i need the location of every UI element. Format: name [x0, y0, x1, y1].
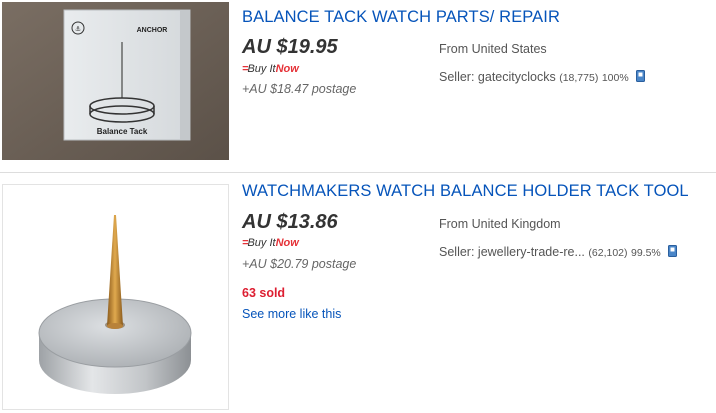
seller-feedback-percent: 100%: [601, 72, 629, 84]
item-title-link[interactable]: BALANCE TACK WATCH PARTS/ REPAIR: [242, 8, 560, 27]
balance-tack-box-image: ⚓ ANCHOR Balance Tack: [2, 2, 229, 160]
item-location: From United States: [439, 42, 547, 56]
item-postage: +AU $18.47 postage: [242, 82, 357, 96]
store-icon[interactable]: [636, 70, 646, 85]
seller-info: Seller: jewellery-trade-re... (62,102) 9…: [439, 245, 678, 260]
buy-it-now-now: Now: [275, 237, 299, 249]
seller-name: jewellery-trade-re...: [477, 245, 585, 259]
buy-it-now-text: Buy It: [247, 237, 276, 249]
listing-item: ⚓ ANCHOR Balance Tack BALANCE TACK WATCH…: [0, 0, 716, 170]
svg-text:⚓: ⚓: [75, 25, 81, 33]
item-thumbnail[interactable]: [2, 184, 229, 410]
see-more-link[interactable]: See more like this: [242, 307, 341, 321]
item-location: From United Kingdom: [439, 217, 561, 231]
item-thumbnail[interactable]: ⚓ ANCHOR Balance Tack: [2, 2, 229, 160]
seller-name: gatecityclocks: [477, 70, 556, 84]
box-brand-text: ANCHOR: [137, 27, 168, 34]
box-label-text: Balance Tack: [97, 127, 148, 136]
buy-it-now-text: Buy It: [247, 63, 276, 75]
seller-feedback-count: (18,775): [559, 72, 599, 84]
buy-it-now-badge: =Buy ItNow: [242, 63, 299, 75]
item-postage: +AU $20.79 postage: [242, 257, 357, 271]
listing-divider: [0, 172, 716, 173]
seller-prefix: Seller:: [439, 70, 475, 84]
item-price: AU $13.86: [242, 211, 338, 233]
seller-feedback-percent: 99.5%: [630, 247, 661, 259]
seller-feedback-count: (62,102): [588, 247, 628, 259]
seller-info: Seller: gatecityclocks (18,775) 100%: [439, 70, 646, 85]
item-price: AU $19.95: [242, 36, 338, 58]
buy-it-now-badge: =Buy ItNow: [242, 237, 299, 249]
item-title-link[interactable]: WATCHMAKERS WATCH BALANCE HOLDER TACK TO…: [242, 182, 689, 201]
listing-item: WATCHMAKERS WATCH BALANCE HOLDER TACK TO…: [0, 176, 716, 413]
seller-prefix: Seller:: [439, 245, 475, 259]
store-icon[interactable]: [668, 245, 678, 260]
balance-holder-tool-image: [3, 185, 228, 409]
sold-count: 63 sold: [242, 286, 286, 300]
buy-it-now-now: Now: [275, 63, 299, 75]
